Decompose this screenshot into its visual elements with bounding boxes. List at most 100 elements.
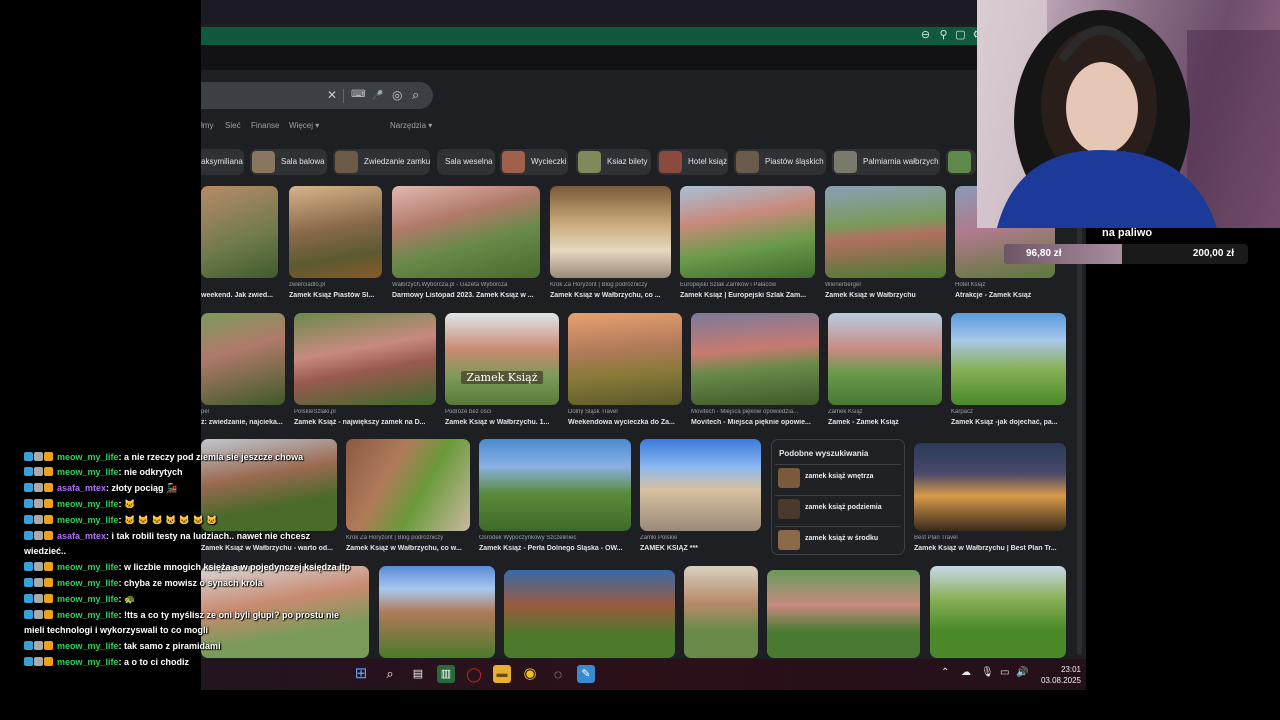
chip-ksiaz-bilety[interactable]: Ksiaz bilety bbox=[576, 149, 651, 175]
result-thumbnail bbox=[825, 186, 946, 278]
image-result[interactable] bbox=[379, 566, 495, 658]
result-thumbnail bbox=[568, 313, 682, 405]
tab-siec[interactable]: Sieć bbox=[225, 121, 241, 130]
goal-current: 96,80 zł bbox=[1026, 248, 1062, 259]
image-result[interactable]: Krok Za Horyzont | Blog podróżniczy Zame… bbox=[550, 186, 671, 304]
clear-icon[interactable]: ✕ bbox=[327, 88, 337, 102]
chat-message: asafa_mtex: złoty pociąg 🚂 bbox=[24, 481, 354, 496]
result-thumbnail bbox=[691, 313, 819, 405]
image-result[interactable] bbox=[767, 570, 920, 658]
image-result[interactable] bbox=[684, 566, 758, 658]
task-view-icon[interactable]: ▤ bbox=[409, 665, 427, 683]
chip-piastow[interactable]: Piastów śląskich bbox=[734, 149, 826, 175]
image-result[interactable]: Europejski Szlak Zamków i Pałaców Zamek … bbox=[680, 186, 815, 304]
pin-icon[interactable]: ⚲ bbox=[937, 29, 950, 42]
related-item[interactable]: zamek książ wnętrza bbox=[775, 464, 901, 490]
image-result[interactable]: Wałbrzych.Wyborcza.pl - Gazeta Wyborcza … bbox=[392, 186, 540, 304]
result-thumbnail bbox=[379, 566, 495, 658]
chip-palmiarnia[interactable]: Palmiarnia wałbrzych bbox=[832, 149, 940, 175]
image-result[interactable]: Krok Za Horyzont | Blog podróżniczy Zame… bbox=[346, 439, 470, 557]
folder-icon[interactable]: ▬ bbox=[493, 665, 511, 683]
image-result[interactable]: weekend. Jak zwied... bbox=[201, 186, 278, 304]
webcam-overlay bbox=[977, 0, 1280, 228]
tab-narzedzia[interactable]: Narzędzia ▾ bbox=[390, 121, 432, 130]
chip-maksymiliana[interactable]: aksymiliana bbox=[201, 149, 244, 175]
store-icon[interactable]: ▥ bbox=[437, 665, 455, 683]
zamek-watermark: Zamek Książ bbox=[461, 371, 543, 384]
search-box[interactable]: ✕ ⌨ 🎤 ◎ ⌕ bbox=[201, 82, 433, 109]
chip-sala-balowa[interactable]: Sala balowa bbox=[250, 149, 327, 175]
image-result[interactable]: Zamek Książ Zamek - Zamek Książ bbox=[828, 313, 942, 431]
image-result[interactable]: Ośrodek Wypoczynkowy Szczeliniec Zamek K… bbox=[479, 439, 631, 557]
result-thumbnail bbox=[289, 186, 382, 278]
chat-message: asafa_mtex: i tak robili testy na ludzia… bbox=[24, 531, 311, 557]
cloud-icon[interactable]: ☁ bbox=[961, 667, 971, 678]
goal-progress-fill bbox=[1004, 244, 1123, 264]
zoom-icon[interactable]: ⊖ bbox=[919, 29, 932, 42]
result-thumbnail bbox=[828, 313, 942, 405]
image-result[interactable]: Karpacz Zamek Książ -jak dojechać, pa... bbox=[951, 313, 1066, 431]
image-result[interactable]: PolskieSzlaki.pl Zamek Książ - największ… bbox=[294, 313, 436, 431]
window-icon[interactable]: ▢ bbox=[954, 29, 967, 42]
result-thumbnail bbox=[392, 186, 540, 278]
goal-label: na paliwo bbox=[1102, 227, 1153, 239]
related-thumbnail bbox=[778, 499, 800, 519]
image-result[interactable] bbox=[930, 566, 1066, 658]
volume-icon[interactable]: 🔊 bbox=[1016, 667, 1028, 678]
result-thumbnail bbox=[951, 313, 1066, 405]
related-item[interactable]: zamek książ podziemia bbox=[775, 495, 901, 521]
image-result[interactable]: Dolny Śląsk Travel Weekendowa wycieczka … bbox=[568, 313, 682, 431]
lens-icon[interactable]: ◎ bbox=[392, 88, 402, 102]
related-searches-panel: Podobne wyszukiwania zamek książ wnętrza… bbox=[771, 439, 905, 555]
chat-message: meow_my_life: a o to ci chodiz bbox=[24, 655, 354, 670]
search-icon[interactable]: ⌕ bbox=[381, 665, 399, 683]
keyboard-icon[interactable]: ⌨ bbox=[351, 88, 365, 102]
start-icon[interactable]: ⊞ bbox=[352, 665, 370, 683]
paint-icon[interactable]: ✎ bbox=[577, 665, 595, 683]
chevron-up-icon[interactable]: ⌃ bbox=[941, 667, 949, 678]
related-item[interactable]: zamek książ w środku bbox=[775, 526, 901, 552]
browser-top-strip bbox=[201, 0, 1086, 24]
image-result[interactable]: Zamek Książ Podróże bez ości Zamek Książ… bbox=[445, 313, 559, 431]
tab-wiecej[interactable]: Więcej ▾ bbox=[289, 121, 319, 130]
result-thumbnail bbox=[201, 313, 285, 405]
mic-icon[interactable]: 🎙 bbox=[981, 667, 994, 678]
search-icon[interactable]: ⌕ bbox=[412, 88, 419, 102]
chat-message: meow_my_life: 🐱 bbox=[24, 497, 354, 512]
chip-thumbnail bbox=[948, 151, 971, 173]
result-thumbnail bbox=[479, 439, 631, 531]
result-thumbnail bbox=[640, 439, 761, 531]
tab-filmy[interactable]: łmy bbox=[201, 121, 213, 130]
chip-wycieczki[interactable]: Wycieczki bbox=[500, 149, 568, 175]
chip-thumbnail bbox=[736, 151, 759, 173]
webcam-figure bbox=[977, 0, 1280, 228]
stream-screen: ⊖ ⚲ ▢ ⚙ ✕ ⌨ 🎤 ◎ ⌕ łmy Sieć Finanse Więce… bbox=[0, 0, 1280, 720]
image-result[interactable]: zwierciadlo.pl Zamek Książ Piastów Śl... bbox=[289, 186, 382, 304]
image-result[interactable]: Wienerberger Zamek Książ w Wałbrzychu bbox=[825, 186, 946, 304]
result-thumbnail bbox=[201, 186, 278, 278]
mic-icon[interactable]: 🎤 bbox=[372, 88, 383, 102]
tab-finanse[interactable]: Finanse bbox=[251, 121, 279, 130]
suggestion-chips: aksymiliana Sala balowa Zwiedzanie zamku… bbox=[201, 149, 976, 175]
result-thumbnail bbox=[550, 186, 671, 278]
network-icon[interactable]: ▭ bbox=[1000, 667, 1009, 678]
image-result[interactable] bbox=[504, 570, 675, 658]
obs-icon[interactable]: ◌ bbox=[549, 665, 567, 683]
chip-thumbnail bbox=[335, 151, 358, 173]
chip-thumbnail bbox=[502, 151, 525, 173]
chat-message: meow_my_life: chyba ze mowisz o synach k… bbox=[24, 576, 354, 591]
chip-sala-weselna[interactable]: Sala weselna bbox=[437, 149, 495, 175]
related-thumbnail bbox=[778, 530, 800, 550]
result-thumbnail bbox=[680, 186, 815, 278]
image-result[interactable]: pel ż: zwiedzanie, najcieka... bbox=[201, 313, 285, 431]
chip-more[interactable] bbox=[946, 149, 976, 175]
taskbar-clock[interactable]: 23:01 03.08.2025 bbox=[1033, 664, 1081, 686]
image-result[interactable]: Best Plan Travel Zamek Książ w Wałbrzych… bbox=[914, 443, 1066, 557]
chrome-icon[interactable]: ◉ bbox=[521, 665, 539, 683]
image-result[interactable]: Zamki Polskie ZAMEK KSIĄŻ *** bbox=[640, 439, 761, 557]
opera-icon[interactable]: ◯ bbox=[465, 665, 483, 683]
chip-hotel[interactable]: Hotel książ bbox=[657, 149, 728, 175]
result-thumbnail bbox=[767, 570, 920, 658]
image-result[interactable]: Movitech - Miejsca pięknie opowiedzia...… bbox=[691, 313, 819, 431]
chip-zwiedzanie[interactable]: Zwiedzanie zamku bbox=[333, 149, 430, 175]
